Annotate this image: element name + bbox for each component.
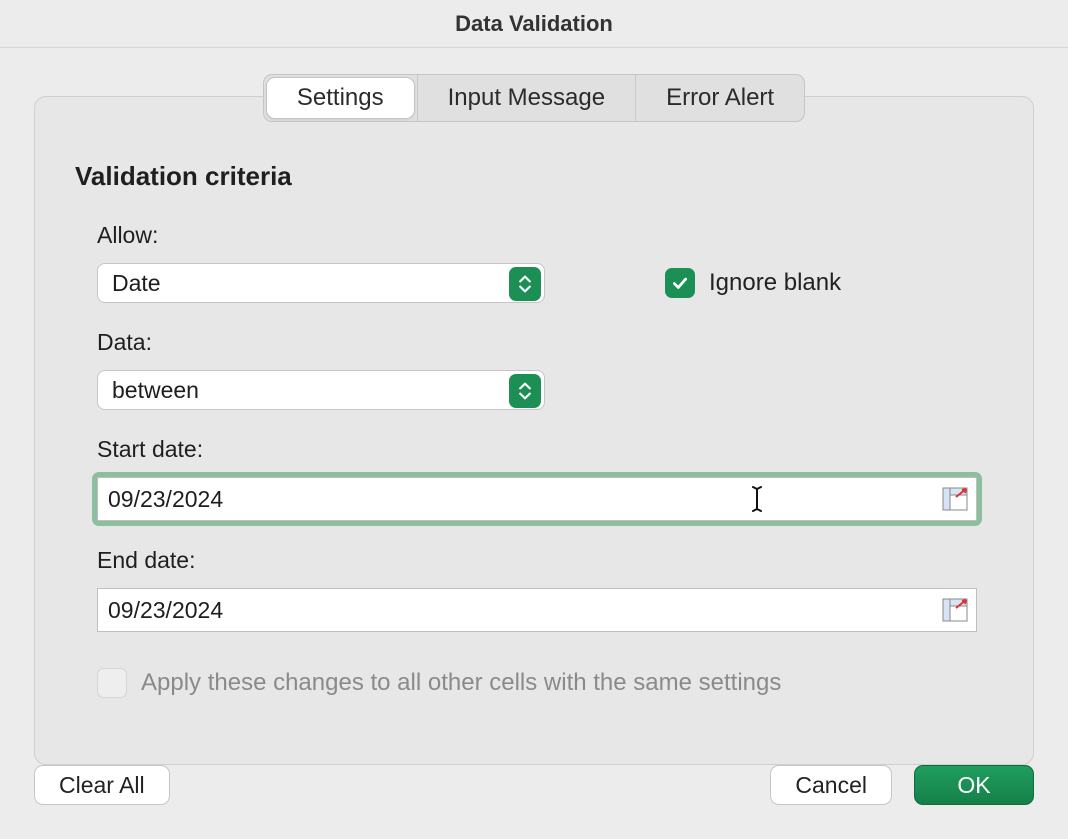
tab-settings[interactable]: Settings (266, 77, 415, 119)
tab-error-alert[interactable]: Error Alert (635, 75, 804, 121)
cell-reference-picker-icon[interactable] (942, 598, 968, 622)
dialog-title: Data Validation (455, 11, 613, 37)
dialog-footer: Clear All Cancel OK (34, 765, 1034, 805)
chevron-up-down-icon (509, 267, 541, 301)
cell-reference-picker-icon[interactable] (942, 487, 968, 511)
dialog-titlebar: Data Validation (0, 0, 1068, 48)
data-select[interactable]: between (97, 370, 545, 410)
start-date-label: Start date: (97, 436, 993, 463)
end-date-input[interactable]: 09/23/2024 (97, 588, 977, 632)
chevron-up-down-icon (509, 374, 541, 408)
validation-criteria-heading: Validation criteria (75, 161, 993, 192)
start-date-input[interactable]: 09/23/2024 (97, 477, 977, 521)
settings-panel: Validation criteria Allow: Date Ignore b… (34, 96, 1034, 765)
allow-select-value: Date (112, 270, 161, 297)
end-date-label: End date: (97, 547, 993, 574)
data-label: Data: (97, 329, 993, 356)
allow-label: Allow: (97, 222, 993, 249)
tab-error-alert-label: Error Alert (666, 84, 774, 112)
tab-settings-label: Settings (297, 84, 384, 112)
cancel-button[interactable]: Cancel (770, 765, 892, 805)
ignore-blank-label: Ignore blank (709, 269, 841, 297)
start-date-value: 09/23/2024 (108, 486, 223, 513)
tab-input-message-label: Input Message (448, 84, 605, 112)
checkmark-icon (665, 268, 695, 298)
cancel-label: Cancel (795, 772, 867, 799)
allow-select[interactable]: Date (97, 263, 545, 303)
apply-all-checkbox[interactable]: Apply these changes to all other cells w… (97, 668, 993, 698)
clear-all-label: Clear All (59, 772, 145, 799)
data-select-value: between (112, 377, 199, 404)
end-date-value: 09/23/2024 (108, 597, 223, 624)
apply-all-label: Apply these changes to all other cells w… (141, 669, 781, 697)
ok-button[interactable]: OK (914, 765, 1034, 805)
tab-input-message[interactable]: Input Message (417, 75, 635, 121)
text-cursor-icon (748, 485, 766, 513)
clear-all-button[interactable]: Clear All (34, 765, 170, 805)
tabs-container: Settings Input Message Error Alert (263, 74, 805, 122)
ok-label: OK (957, 772, 990, 799)
checkbox-empty-icon (97, 668, 127, 698)
ignore-blank-checkbox[interactable]: Ignore blank (665, 268, 841, 298)
